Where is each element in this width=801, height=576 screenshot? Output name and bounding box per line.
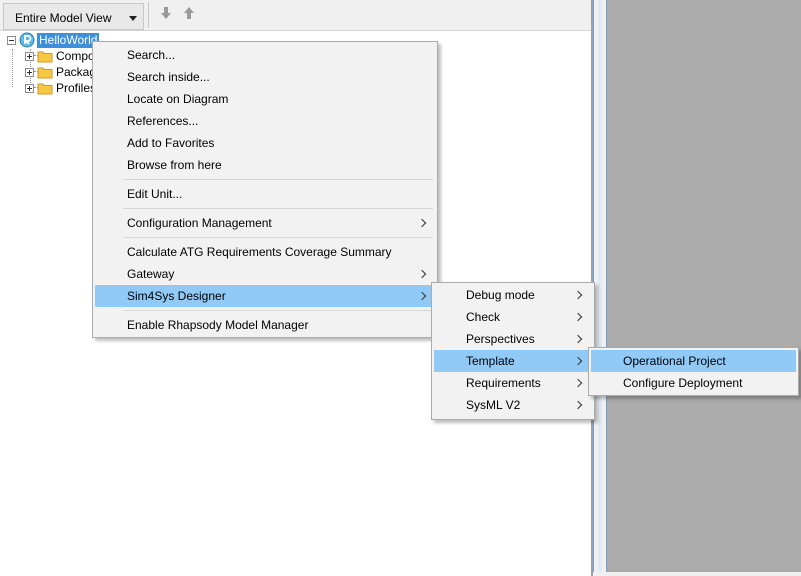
menu-item-search-inside[interactable]: Search inside... bbox=[95, 66, 435, 88]
menu-separator bbox=[123, 310, 433, 311]
menu-item-requirements[interactable]: Requirements bbox=[434, 372, 592, 394]
menu-item-label: Debug mode bbox=[466, 288, 535, 302]
menu-item-locate-on-diagram[interactable]: Locate on Diagram bbox=[95, 88, 435, 110]
chevron-right-icon bbox=[573, 378, 583, 388]
expand-icon[interactable] bbox=[25, 67, 34, 77]
menu-item-sysml-v2[interactable]: SysML V2 bbox=[434, 394, 592, 416]
menu-item-perspectives[interactable]: Perspectives bbox=[434, 328, 592, 350]
chevron-right-icon bbox=[573, 334, 583, 344]
menu-item-label: Configure Deployment bbox=[623, 376, 743, 390]
menu-item-debug-mode[interactable]: Debug mode bbox=[434, 284, 592, 306]
chevron-right-icon bbox=[573, 356, 583, 366]
folder-icon bbox=[37, 51, 53, 62]
menu-item-label: Operational Project bbox=[623, 354, 726, 368]
pane-splitter[interactable] bbox=[593, 0, 607, 576]
chevron-right-icon bbox=[417, 218, 427, 228]
menu-item-add-to-favorites[interactable]: Add to Favorites bbox=[95, 132, 435, 154]
chevron-right-icon bbox=[417, 269, 427, 279]
menu-item-label: References... bbox=[127, 114, 199, 128]
menu-item-check[interactable]: Check bbox=[434, 306, 592, 328]
menu-item-references[interactable]: References... bbox=[95, 110, 435, 132]
menu-item-label: SysML V2 bbox=[466, 398, 521, 412]
menu-separator bbox=[123, 179, 433, 180]
tree-item-label[interactable]: Profiles bbox=[56, 81, 96, 96]
expand-icon[interactable] bbox=[25, 51, 34, 61]
chevron-down-icon bbox=[129, 16, 137, 21]
view-select-label: Entire Model View bbox=[15, 11, 112, 25]
menu-item-template[interactable]: Template bbox=[434, 350, 592, 372]
menu-item-configure-deployment[interactable]: Configure Deployment bbox=[591, 372, 796, 394]
menu-item-label: Add to Favorites bbox=[127, 136, 215, 150]
expand-icon[interactable] bbox=[25, 83, 34, 93]
project-icon bbox=[19, 32, 35, 48]
menu-item-label: Search... bbox=[127, 48, 176, 62]
menu-item-sim4sys-designer[interactable]: Sim4Sys Designer bbox=[95, 285, 435, 307]
folder-icon bbox=[37, 83, 53, 94]
menu-separator bbox=[123, 237, 433, 238]
folder-icon bbox=[37, 67, 53, 78]
menu-item-browse-from-here[interactable]: Browse from here bbox=[95, 154, 435, 176]
menu-item-label: Browse from here bbox=[127, 158, 222, 172]
menu-separator bbox=[123, 208, 433, 209]
context-menu: Search... Search inside... Locate on Dia… bbox=[92, 41, 438, 338]
sim4sys-submenu: Debug mode Check Perspectives Template R… bbox=[431, 282, 595, 420]
menu-item-label: Sim4Sys Designer bbox=[127, 289, 226, 303]
chevron-right-icon bbox=[417, 291, 427, 301]
menu-item-label: Search inside... bbox=[127, 70, 210, 84]
workspace-area bbox=[607, 0, 801, 572]
menu-item-label: Gateway bbox=[127, 267, 175, 281]
toolbar-divider bbox=[148, 2, 149, 28]
menu-item-configuration-management[interactable]: Configuration Management bbox=[95, 212, 435, 234]
menu-item-label: Perspectives bbox=[466, 332, 535, 346]
chevron-right-icon bbox=[573, 400, 583, 410]
menu-item-operational-project[interactable]: Operational Project bbox=[591, 350, 796, 372]
arrow-up-icon[interactable] bbox=[180, 4, 198, 22]
menu-item-label: Check bbox=[466, 310, 501, 324]
menu-item-label: Requirements bbox=[466, 376, 541, 390]
menu-item-label: Configuration Management bbox=[127, 216, 272, 230]
tree-root-row[interactable]: HelloWorld bbox=[7, 31, 101, 49]
browser-toolbar: Entire Model View bbox=[0, 0, 597, 31]
splitter-grip bbox=[598, 0, 602, 576]
menu-item-calculate-atg[interactable]: Calculate ATG Requirements Coverage Summ… bbox=[95, 241, 435, 263]
tree-root-label[interactable]: HelloWorld bbox=[35, 31, 101, 49]
menu-item-gateway[interactable]: Gateway bbox=[95, 263, 435, 285]
menu-item-label: Locate on Diagram bbox=[127, 92, 229, 106]
tree-item[interactable]: Profiles bbox=[25, 80, 96, 96]
template-submenu: Operational Project Configure Deployment bbox=[588, 347, 799, 396]
chevron-right-icon bbox=[573, 312, 583, 322]
menu-item-label: Template bbox=[466, 354, 515, 368]
status-strip bbox=[593, 572, 801, 576]
menu-item-edit-unit[interactable]: Edit Unit... bbox=[95, 183, 435, 205]
view-select-dropdown[interactable]: Entire Model View bbox=[3, 3, 144, 30]
menu-item-label: Enable Rhapsody Model Manager bbox=[127, 318, 309, 332]
collapse-icon[interactable] bbox=[7, 35, 16, 45]
menu-item-label: Edit Unit... bbox=[127, 187, 183, 201]
chevron-right-icon bbox=[573, 290, 583, 300]
menu-item-enable-rhapsody-model-manager[interactable]: Enable Rhapsody Model Manager bbox=[95, 314, 435, 336]
menu-item-search[interactable]: Search... bbox=[95, 44, 435, 66]
menu-item-label: Calculate ATG Requirements Coverage Summ… bbox=[127, 245, 392, 259]
arrow-down-icon[interactable] bbox=[157, 4, 175, 22]
